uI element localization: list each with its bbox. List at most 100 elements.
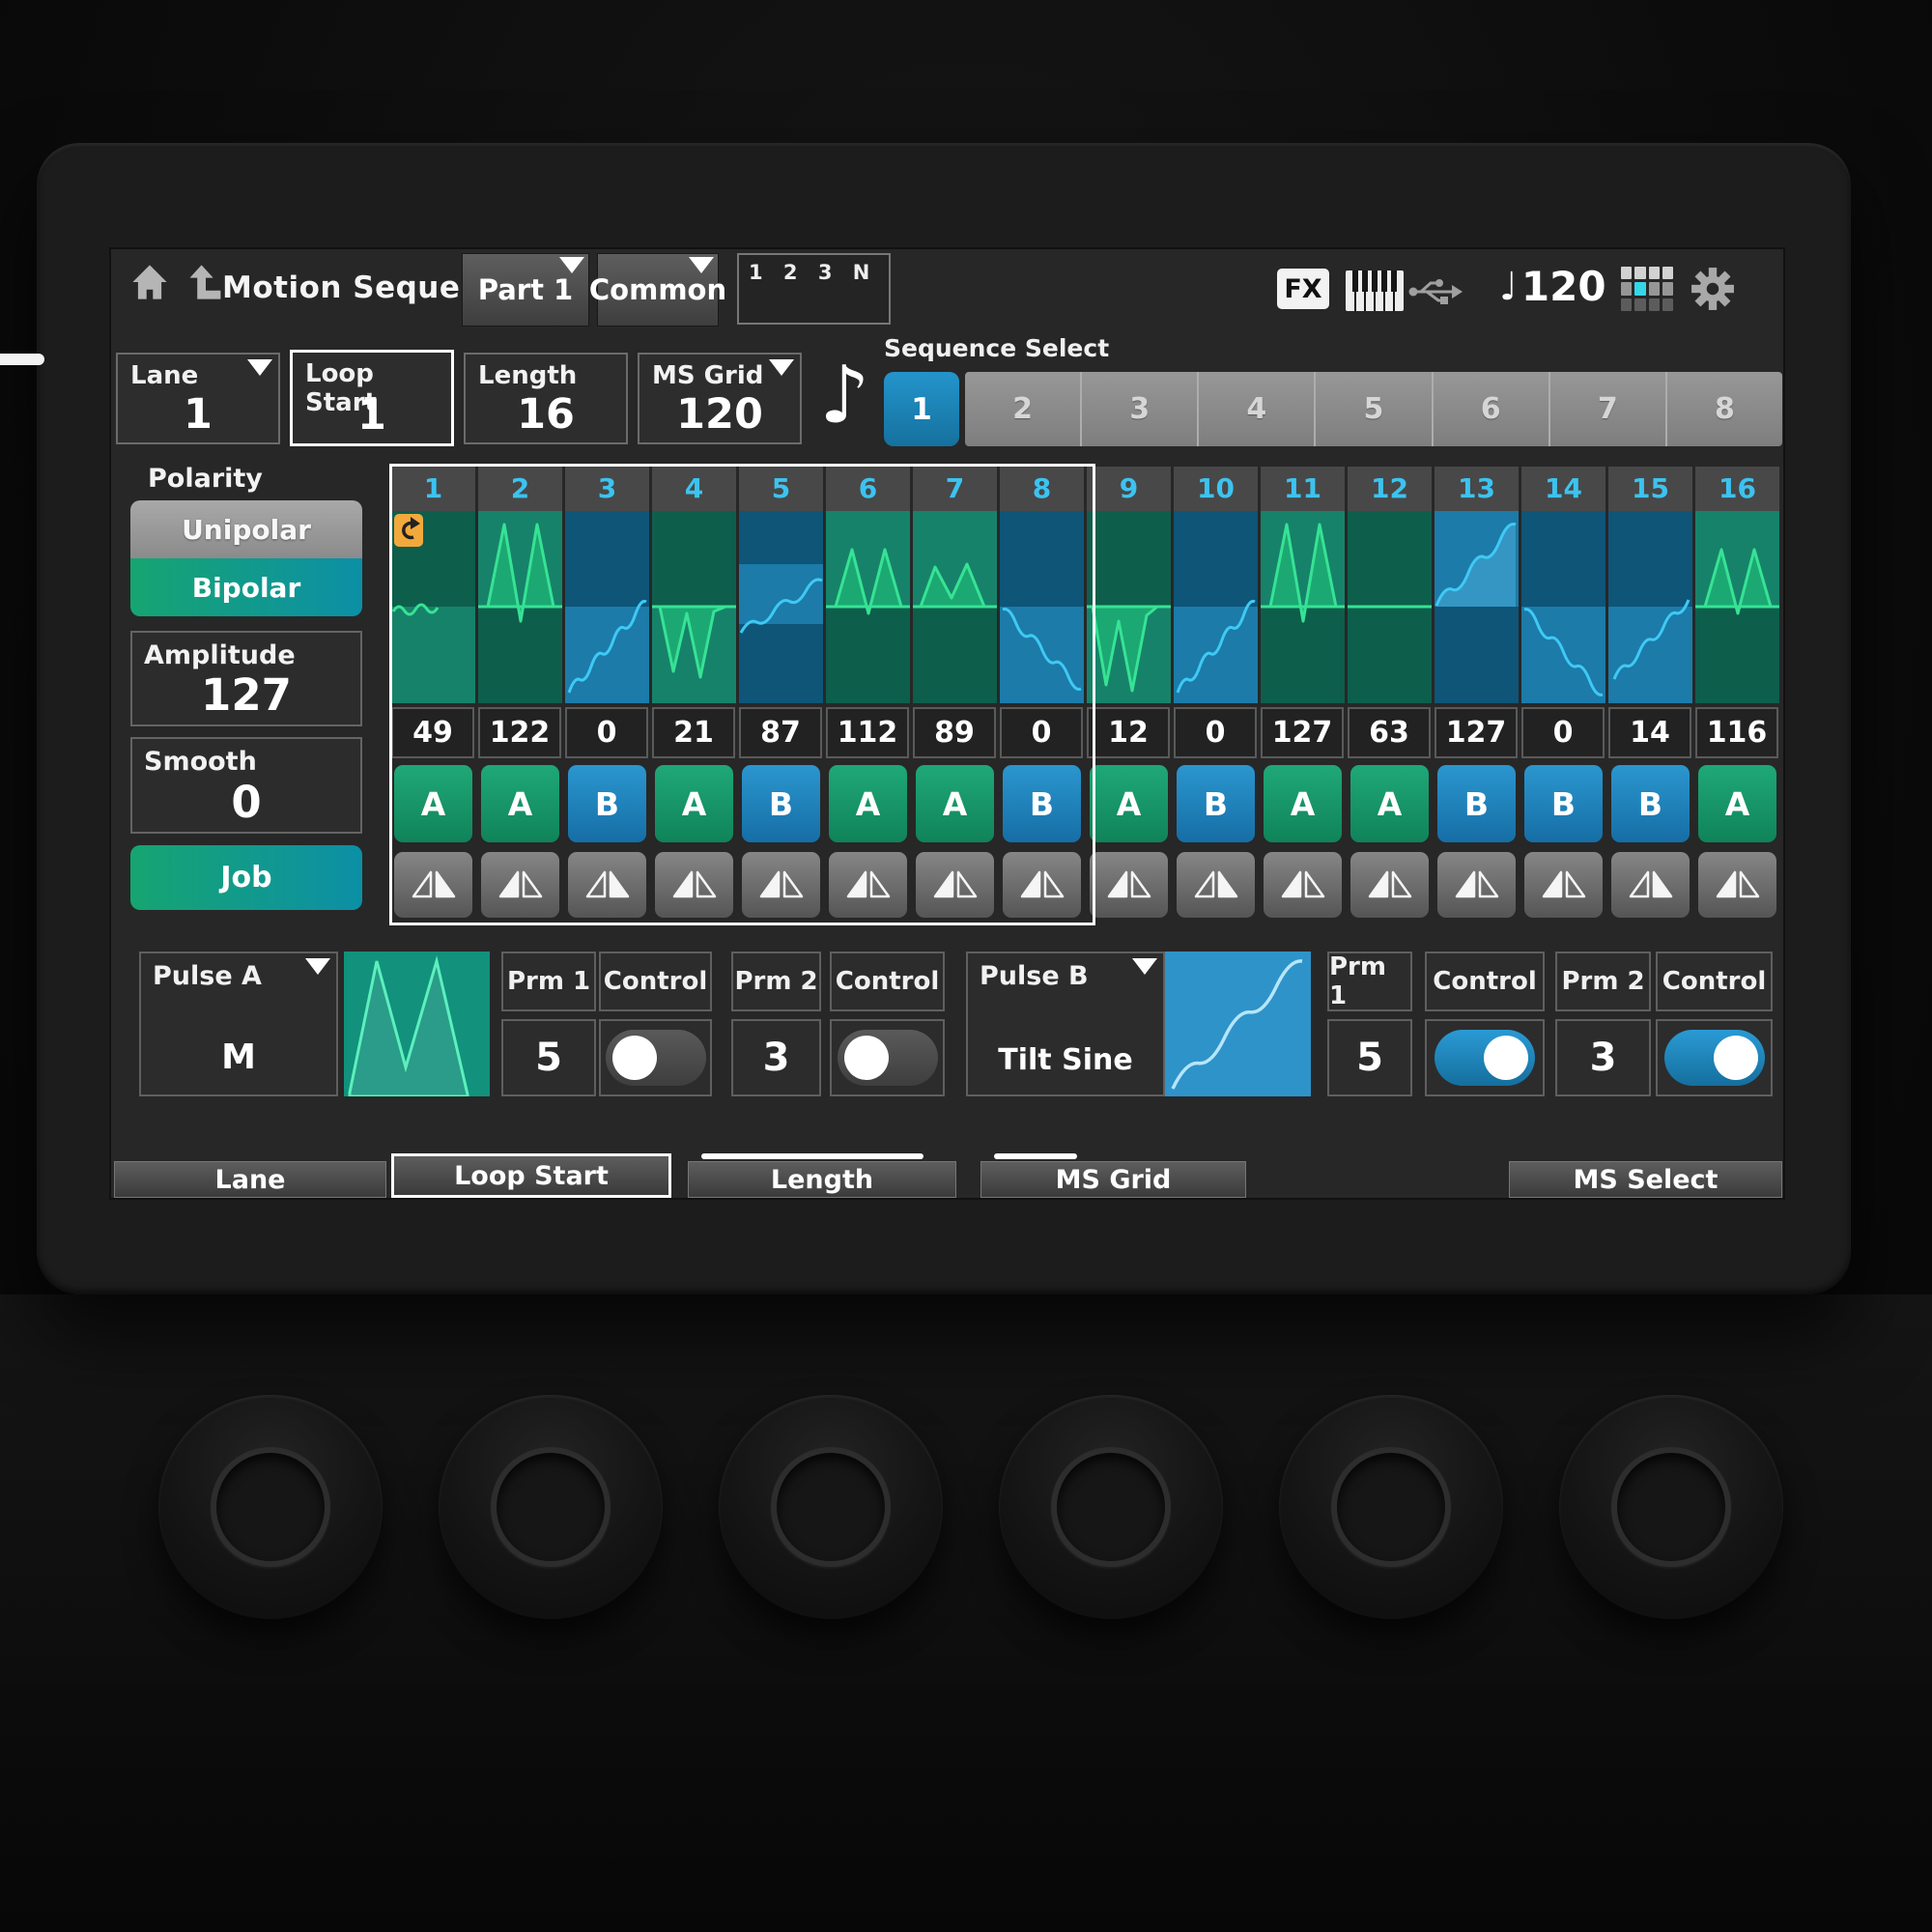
- knob-4[interactable]: [999, 1395, 1223, 1619]
- step-wave-4[interactable]: [652, 511, 736, 703]
- step-value-8[interactable]: 0: [1000, 707, 1083, 758]
- step-flip-button-3[interactable]: [568, 852, 646, 918]
- knob-1[interactable]: [158, 1395, 383, 1619]
- length-box[interactable]: Length 16: [464, 353, 628, 444]
- step-flip-button-12[interactable]: [1350, 852, 1429, 918]
- step-value-7[interactable]: 89: [913, 707, 996, 758]
- step-flip-button-13[interactable]: [1437, 852, 1516, 918]
- pulse-b-prm2-value[interactable]: 3: [1555, 1019, 1651, 1096]
- step-flip-button-15[interactable]: [1611, 852, 1690, 918]
- performance-slots-box[interactable]: 1 2 3 N: [737, 253, 891, 325]
- footer-tab-loop-start[interactable]: Loop Start: [391, 1153, 671, 1198]
- pulse-a-control2-toggle[interactable]: [838, 1030, 938, 1086]
- step-wave-11[interactable]: [1261, 511, 1345, 703]
- step-flip-button-6[interactable]: [829, 852, 907, 918]
- step-flip-button-10[interactable]: [1177, 852, 1255, 918]
- step-value-4[interactable]: 21: [652, 707, 735, 758]
- step-value-13[interactable]: 127: [1435, 707, 1518, 758]
- up-level-icon[interactable]: [185, 261, 227, 303]
- step-flip-button-16[interactable]: [1698, 852, 1776, 918]
- common-select-button[interactable]: Common: [597, 253, 719, 327]
- fx-icon[interactable]: FX: [1277, 269, 1329, 309]
- step-value-5[interactable]: 87: [739, 707, 822, 758]
- knob-5[interactable]: [1279, 1395, 1503, 1619]
- step-value-11[interactable]: 127: [1261, 707, 1344, 758]
- step-wave-14[interactable]: [1521, 511, 1605, 703]
- step-pulse-type-3[interactable]: B: [568, 765, 646, 842]
- loop-start-box[interactable]: Loop Start 1: [290, 350, 454, 446]
- knob-6[interactable]: [1559, 1395, 1783, 1619]
- step-pulse-type-12[interactable]: A: [1350, 765, 1429, 842]
- step-pulse-type-5[interactable]: B: [742, 765, 820, 842]
- step-value-3[interactable]: 0: [565, 707, 648, 758]
- step-wave-12[interactable]: [1348, 511, 1432, 703]
- part-select-button[interactable]: Part 1: [462, 253, 589, 327]
- step-flip-button-1[interactable]: [394, 852, 472, 918]
- lane-box[interactable]: Lane 1: [116, 353, 280, 444]
- pulse-b-box[interactable]: Pulse B Tilt Sine: [966, 952, 1165, 1096]
- job-button[interactable]: Job: [130, 845, 362, 910]
- step-wave-3[interactable]: [565, 511, 649, 703]
- step-wave-5[interactable]: [739, 511, 823, 703]
- step-flip-button-11[interactable]: [1264, 852, 1342, 918]
- step-value-10[interactable]: 0: [1174, 707, 1257, 758]
- sequence-select-6[interactable]: 6: [1432, 372, 1548, 446]
- sequence-select-8[interactable]: 8: [1665, 372, 1782, 446]
- footer-tab-ms-select[interactable]: MS Select: [1509, 1153, 1782, 1198]
- pulse-b-prm1-value[interactable]: 5: [1327, 1019, 1412, 1096]
- step-value-9[interactable]: 12: [1087, 707, 1170, 758]
- step-flip-button-4[interactable]: [655, 852, 733, 918]
- live-set-grid-icon[interactable]: [1621, 267, 1673, 311]
- sequence-select-2[interactable]: 2: [965, 372, 1080, 446]
- step-wave-9[interactable]: [1087, 511, 1171, 703]
- pulse-a-prm2-value[interactable]: 3: [731, 1019, 821, 1096]
- unipolar-button[interactable]: Unipolar: [130, 500, 362, 558]
- step-flip-button-7[interactable]: [916, 852, 994, 918]
- step-value-12[interactable]: 63: [1348, 707, 1431, 758]
- step-pulse-type-15[interactable]: B: [1611, 765, 1690, 842]
- step-flip-button-2[interactable]: [481, 852, 559, 918]
- step-pulse-type-7[interactable]: A: [916, 765, 994, 842]
- step-wave-2[interactable]: [478, 511, 562, 703]
- bipolar-button[interactable]: Bipolar: [130, 558, 362, 616]
- tempo-display[interactable]: ♩ 120: [1499, 263, 1606, 310]
- step-flip-button-8[interactable]: [1003, 852, 1081, 918]
- sequence-select-5[interactable]: 5: [1314, 372, 1431, 446]
- step-wave-15[interactable]: [1608, 511, 1692, 703]
- step-value-1[interactable]: 49: [391, 707, 474, 758]
- step-pulse-type-4[interactable]: A: [655, 765, 733, 842]
- knob-3[interactable]: [719, 1395, 943, 1619]
- step-value-16[interactable]: 116: [1695, 707, 1778, 758]
- knob-2[interactable]: [439, 1395, 663, 1619]
- sequence-select-4[interactable]: 4: [1197, 372, 1314, 446]
- footer-tab-length[interactable]: Length: [688, 1153, 956, 1198]
- home-icon[interactable]: [128, 261, 171, 303]
- step-pulse-type-6[interactable]: A: [829, 765, 907, 842]
- step-flip-button-5[interactable]: [742, 852, 820, 918]
- sequence-select-1[interactable]: 1: [884, 372, 959, 446]
- amplitude-box[interactable]: Amplitude 127: [130, 631, 362, 726]
- pulse-a-control1-toggle[interactable]: [606, 1030, 706, 1086]
- step-value-2[interactable]: 122: [478, 707, 561, 758]
- smooth-box[interactable]: Smooth 0: [130, 737, 362, 834]
- step-wave-6[interactable]: [826, 511, 910, 703]
- step-value-15[interactable]: 14: [1608, 707, 1691, 758]
- step-pulse-type-10[interactable]: B: [1177, 765, 1255, 842]
- step-pulse-type-9[interactable]: A: [1090, 765, 1168, 842]
- step-flip-button-9[interactable]: [1090, 852, 1168, 918]
- footer-tab-lane[interactable]: Lane: [114, 1153, 386, 1198]
- step-value-14[interactable]: 0: [1521, 707, 1605, 758]
- step-pulse-type-14[interactable]: B: [1524, 765, 1603, 842]
- sequence-select-3[interactable]: 3: [1080, 372, 1197, 446]
- pulse-b-control2-toggle[interactable]: [1664, 1030, 1765, 1086]
- step-wave-10[interactable]: [1174, 511, 1258, 703]
- keyboard-icon[interactable]: [1346, 270, 1404, 311]
- step-flip-button-14[interactable]: [1524, 852, 1603, 918]
- step-value-6[interactable]: 112: [826, 707, 909, 758]
- ms-grid-box[interactable]: MS Grid 120: [638, 353, 802, 444]
- step-wave-16[interactable]: [1695, 511, 1779, 703]
- step-pulse-type-2[interactable]: A: [481, 765, 559, 842]
- pulse-a-prm1-value[interactable]: 5: [501, 1019, 596, 1096]
- step-pulse-type-1[interactable]: A: [394, 765, 472, 842]
- step-wave-7[interactable]: [913, 511, 997, 703]
